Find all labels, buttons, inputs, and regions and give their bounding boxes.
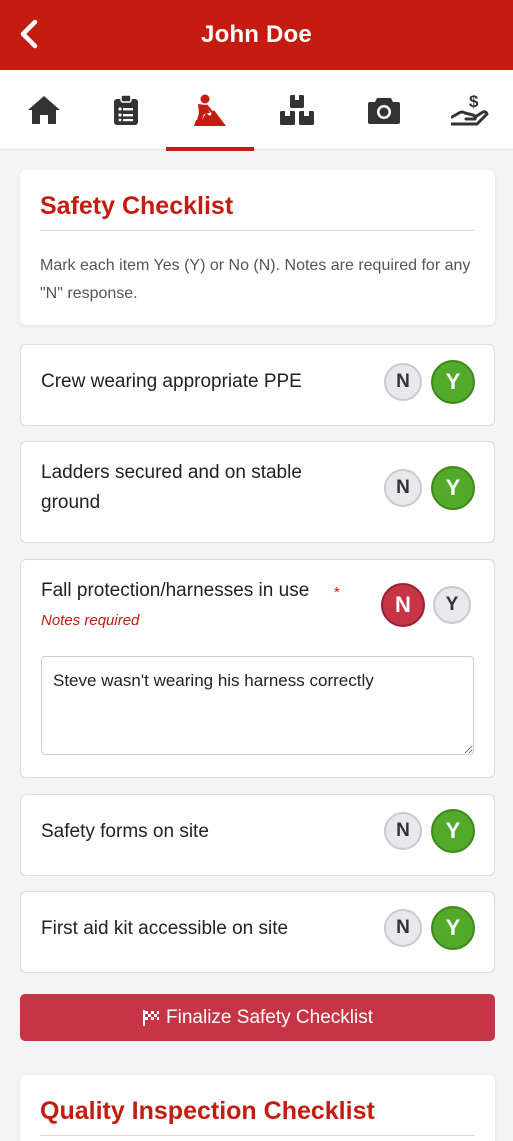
boxes-icon — [280, 95, 314, 125]
yes-toggle[interactable]: Y — [431, 466, 475, 510]
tab-home[interactable] — [4, 70, 84, 150]
tab-photos[interactable] — [344, 70, 424, 150]
tab-billing[interactable]: $ — [430, 70, 510, 150]
yes-toggle[interactable]: Y — [431, 360, 475, 404]
checklist-item: Safety forms on site N Y — [20, 794, 495, 876]
checklist-item-label: Fall protection/harnesses in use — [41, 580, 310, 601]
checklist-item-label: Ladders secured and on stable ground — [41, 462, 302, 513]
finalize-label: Finalize Safety Checklist — [166, 1006, 373, 1028]
camera-icon — [368, 98, 400, 124]
notes-field[interactable]: Steve wasn't wearing his harness correct… — [41, 656, 474, 755]
checklist-item-label: Crew wearing appropriate PPE — [41, 371, 302, 392]
checklist-item-label: First aid kit accessible on site — [41, 918, 289, 939]
tab-clipboard[interactable] — [86, 70, 166, 150]
notes-required-label: Notes required — [41, 612, 140, 629]
finalize-safety-button[interactable]: Finalize Safety Checklist — [20, 994, 495, 1041]
checkered-flag-icon — [143, 1009, 160, 1026]
quality-card: Quality Inspection Checklist — [20, 1075, 495, 1141]
home-icon — [28, 96, 60, 124]
worker-digging-icon — [194, 94, 226, 126]
app-header: John Doe — [0, 0, 513, 70]
section-title: Safety Checklist — [40, 170, 475, 231]
chevron-left-icon — [20, 19, 38, 49]
safety-intro-card: Safety Checklist Mark each item Yes (Y) … — [20, 170, 495, 325]
no-toggle[interactable]: N — [384, 469, 422, 507]
tab-safety[interactable] — [166, 70, 254, 151]
no-toggle[interactable]: N — [381, 583, 425, 627]
quality-section-title: Quality Inspection Checklist — [40, 1075, 475, 1136]
page-title: John Doe — [201, 21, 312, 48]
hand-dollar-icon: $ — [451, 93, 489, 126]
back-button[interactable] — [12, 15, 46, 53]
tab-bar: $ — [0, 70, 513, 151]
clipboard-icon — [114, 94, 138, 125]
tab-inventory[interactable] — [257, 70, 337, 150]
checklist-item: Ladders secured and on stable ground N Y — [20, 441, 495, 543]
no-toggle[interactable]: N — [384, 909, 422, 947]
checklist-item: Fall protection/harnesses in use * Notes… — [20, 559, 495, 778]
checklist-item: Crew wearing appropriate PPE N Y — [20, 344, 495, 426]
checklist-item-label: Safety forms on site — [41, 821, 209, 842]
yes-toggle[interactable]: Y — [431, 906, 475, 950]
yes-toggle[interactable]: Y — [431, 809, 475, 853]
checklist-item: First aid kit accessible on site N Y — [20, 891, 495, 973]
required-marker: * — [334, 584, 340, 601]
yes-toggle[interactable]: Y — [433, 586, 471, 624]
instructions-text: Mark each item Yes (Y) or No (N). Notes … — [40, 257, 471, 302]
svg-text:$: $ — [469, 93, 479, 111]
no-toggle[interactable]: N — [384, 363, 422, 401]
app-screen: John Doe $ Safety Checklist Mark each it… — [0, 0, 513, 1141]
no-toggle[interactable]: N — [384, 812, 422, 850]
